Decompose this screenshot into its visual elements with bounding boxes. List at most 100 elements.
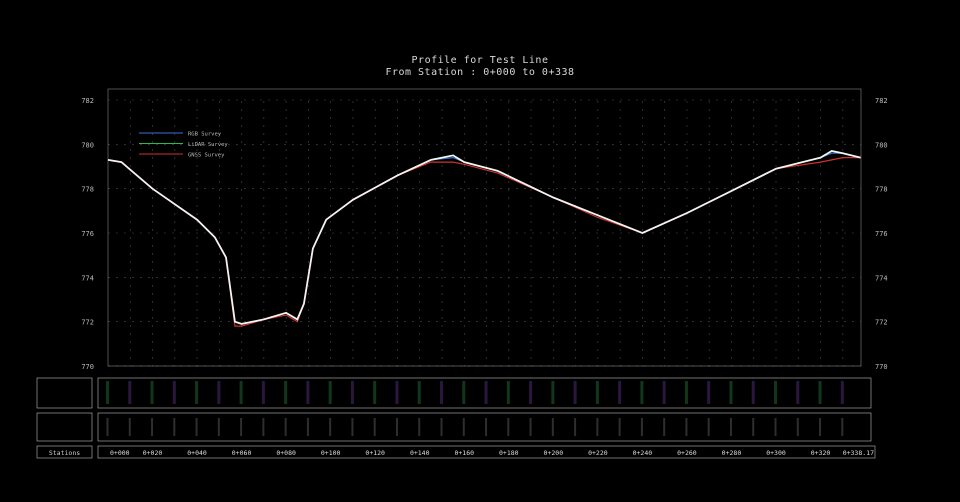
band-mark	[774, 418, 777, 436]
band-mark	[172, 381, 176, 404]
band-mark	[685, 418, 688, 436]
band-mark	[395, 381, 399, 404]
band-mark	[596, 418, 599, 436]
band-mark	[195, 381, 199, 404]
band-mark	[485, 418, 488, 436]
band-mark	[306, 418, 309, 436]
band-mark	[573, 381, 577, 404]
band-mark	[128, 418, 131, 436]
profile-line	[107, 150, 861, 325]
y-tick-label-left: 782	[81, 97, 94, 105]
band-mark	[529, 418, 532, 436]
stations-box	[97, 445, 876, 459]
band-mark	[663, 418, 666, 436]
x-tick-label: 0+120	[365, 449, 385, 457]
band-mark	[395, 418, 398, 436]
band-box-1	[97, 377, 872, 409]
band-mark	[551, 418, 554, 436]
grid-layer	[108, 99, 861, 367]
band-mark	[418, 418, 421, 436]
band-mark	[440, 381, 444, 404]
band-mark	[574, 418, 577, 436]
band-label-box-1	[36, 377, 93, 409]
band-mark	[261, 381, 265, 404]
band-mark	[551, 381, 555, 404]
y-tick-label-right: 778	[875, 186, 888, 194]
data-bands: Stations 0+000 0+020 0+040 0+060 0+080 0+100 0+…	[36, 377, 876, 459]
profile-chart: 770 770 772 772 774 774 776 776 778 778 780 780 782 7…	[36, 88, 888, 459]
band-mark	[373, 418, 376, 436]
band-mark	[529, 381, 533, 404]
x-tick-label: 0+060	[232, 449, 252, 457]
x-tick-label: 0+000	[110, 449, 130, 457]
band-mark	[373, 381, 377, 404]
band-mark	[151, 418, 154, 436]
y-tick-label-left: 774	[81, 274, 94, 282]
band-mark	[618, 418, 621, 436]
y-tick-label-left: 778	[81, 186, 94, 194]
band-mark	[841, 418, 844, 436]
band-mark	[195, 418, 198, 436]
x-tick-label: 0+180	[499, 449, 519, 457]
x-tick-label: 0+300	[766, 449, 786, 457]
x-tick-label: 0+020	[143, 449, 163, 457]
x-tick-label: 0+280	[722, 449, 742, 457]
band-mark	[262, 418, 265, 436]
band-mark	[774, 381, 778, 404]
band-mark	[751, 381, 755, 404]
x-tick-label: 0+320	[811, 449, 831, 457]
band-mark	[329, 418, 332, 436]
y-tick-label-left: 780	[81, 141, 94, 149]
band-mark	[684, 381, 688, 404]
band-mark	[640, 418, 643, 436]
series-line-lidar-survey	[107, 150, 861, 325]
x-tick-label: 0+260	[677, 449, 697, 457]
band-mark	[618, 381, 622, 404]
band-mark	[240, 418, 243, 436]
y-tick-label-right: 776	[875, 230, 888, 238]
band-mark	[284, 381, 288, 404]
band-mark	[128, 381, 132, 404]
band-mark	[106, 381, 109, 404]
legend-label: LiDAR Survey	[188, 142, 228, 148]
band-mark	[662, 381, 666, 404]
band-mark	[150, 381, 154, 404]
band-mark	[707, 418, 710, 436]
band-mark	[106, 418, 109, 436]
band-mark	[217, 418, 220, 436]
y-tick-label-right: 772	[875, 319, 888, 327]
band-box-2	[97, 412, 872, 442]
legend-label: GNSS Survey	[188, 153, 225, 159]
band-mark	[173, 418, 176, 436]
y-tick-label-right: 780	[875, 141, 888, 149]
y-tick-label-right: 782	[875, 97, 888, 105]
band-mark	[729, 381, 733, 404]
y-tick-label-left: 770	[81, 363, 94, 371]
y-tick-label-left: 772	[81, 319, 94, 327]
band-mark	[595, 381, 599, 404]
axis-layer: 770 770 772 772 774 774 776 776 778 778 780 780 782 7…	[81, 97, 887, 371]
band-mark	[819, 418, 822, 436]
x-tick-label: 0+160	[454, 449, 474, 457]
band-mark	[417, 381, 421, 404]
band-mark	[707, 381, 711, 404]
band-mark	[840, 381, 844, 404]
band-mark	[217, 381, 221, 404]
x-tick-label: 0+240	[633, 449, 653, 457]
band-mark	[328, 381, 332, 404]
band-mark	[284, 418, 287, 436]
x-tick-label: 0+140	[410, 449, 430, 457]
y-tick-label-right: 774	[875, 274, 888, 282]
stations-label: Stations	[49, 449, 80, 457]
band-mark	[440, 418, 443, 436]
band-mark	[506, 381, 510, 404]
band-mark	[818, 381, 822, 404]
x-tick-label: 0+100	[321, 449, 341, 457]
series-layer	[107, 150, 861, 327]
x-tick-label: 0+080	[276, 449, 296, 457]
band-mark	[350, 381, 354, 404]
band-mark	[796, 418, 799, 436]
band-mark	[729, 418, 732, 436]
legend: RGB Survey LiDAR Survey GNSS Survey	[139, 132, 228, 159]
legend-label: RGB Survey	[188, 132, 222, 138]
